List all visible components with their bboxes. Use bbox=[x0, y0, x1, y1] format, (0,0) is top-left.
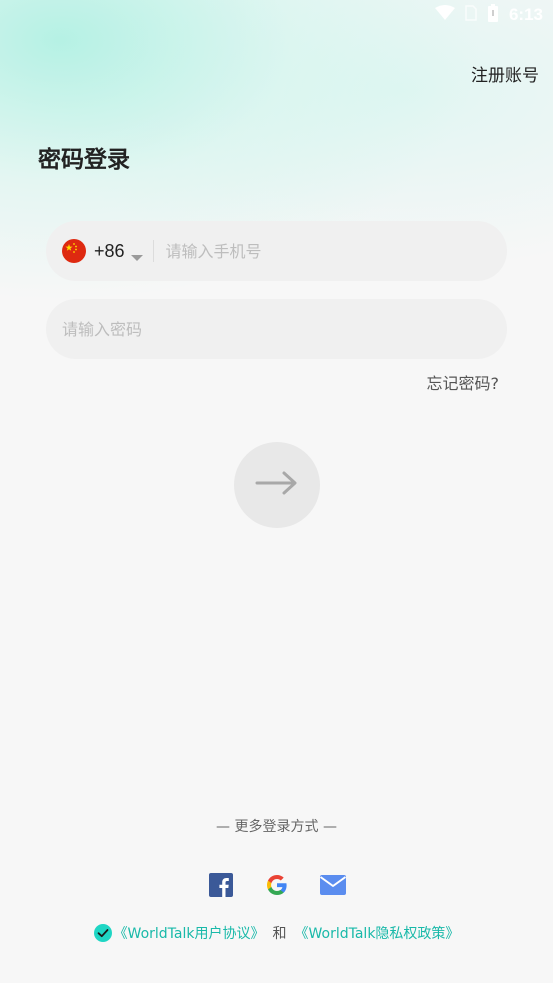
social-login-row bbox=[0, 873, 553, 901]
phone-field: +86 bbox=[46, 221, 507, 281]
wifi-icon bbox=[434, 5, 455, 25]
status-time: 6:13 bbox=[508, 5, 543, 24]
agreement-row: 《WorldTalk用户协议》 和 《WorldTalk隐私权政策》 bbox=[0, 923, 553, 943]
register-account-link[interactable]: 注册账号 bbox=[471, 61, 539, 86]
no-sim-icon bbox=[465, 5, 477, 25]
more-login-methods-label: — 更多登录方式 — bbox=[216, 819, 337, 835]
privacy-policy-link[interactable]: 《WorldTalk隐私权政策》 bbox=[295, 923, 460, 943]
login-submit-button[interactable] bbox=[234, 442, 320, 528]
email-icon bbox=[319, 874, 347, 900]
country-code-selector[interactable]: +86 bbox=[94, 241, 125, 262]
password-input[interactable] bbox=[62, 299, 507, 359]
arrow-right-icon bbox=[254, 468, 300, 502]
field-divider bbox=[152, 240, 154, 262]
check-circle-icon[interactable] bbox=[93, 924, 112, 942]
facebook-icon bbox=[208, 873, 233, 901]
password-field bbox=[46, 299, 507, 359]
google-icon bbox=[265, 873, 289, 901]
status-bar: 6:13 bbox=[0, 0, 553, 30]
user-agreement-link[interactable]: 《WorldTalk用户协议》 bbox=[114, 923, 265, 943]
agreement-and-text: 和 bbox=[272, 926, 287, 942]
china-flag-icon[interactable] bbox=[62, 239, 86, 263]
battery-icon bbox=[487, 4, 499, 26]
google-login-button[interactable] bbox=[264, 874, 290, 900]
email-login-button[interactable] bbox=[319, 874, 347, 900]
facebook-login-button[interactable] bbox=[208, 873, 234, 901]
page-title: 密码登录 bbox=[38, 147, 130, 173]
phone-input[interactable] bbox=[165, 221, 507, 281]
forgot-password-link[interactable]: 忘记密码? bbox=[427, 370, 500, 394]
dropdown-triangle-icon[interactable] bbox=[130, 247, 143, 261]
